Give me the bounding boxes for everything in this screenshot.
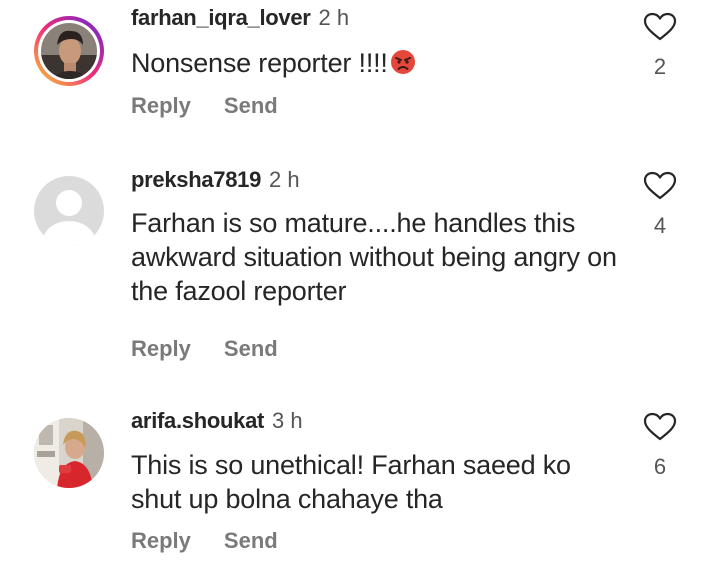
avatar[interactable] — [33, 175, 105, 247]
send-button[interactable]: Send — [224, 93, 278, 118]
send-button[interactable]: Send — [224, 336, 278, 361]
reply-button[interactable]: Reply — [131, 528, 191, 553]
comment-username[interactable]: preksha7819 — [131, 167, 261, 192]
send-button[interactable]: Send — [224, 528, 278, 553]
like-count: 6 — [653, 454, 667, 479]
reply-button[interactable]: Reply — [131, 93, 191, 118]
reply-button[interactable]: Reply — [131, 336, 191, 361]
like-count: 4 — [653, 213, 667, 238]
heart-outline-icon[interactable] — [640, 412, 680, 442]
heart-outline-icon[interactable] — [640, 12, 680, 42]
comment-text: Nonsense reporter !!!! — [131, 48, 388, 78]
default-avatar-icon — [34, 176, 104, 246]
comment-timestamp: 2 h — [318, 5, 350, 30]
comment-text: This is so unethical! Farhan saeed ko sh… — [131, 450, 571, 514]
avatar[interactable] — [33, 15, 105, 87]
angry-face-emoji — [390, 49, 416, 75]
like-count: 2 — [653, 54, 667, 79]
comment-username[interactable]: farhan_iqra_lover — [131, 5, 311, 30]
comment-text: Farhan is so mature....he handles this a… — [131, 208, 617, 306]
heart-outline-icon[interactable] — [640, 171, 680, 201]
comment-username[interactable]: arifa.shoukat — [131, 408, 264, 433]
comment-text-block: Nonsense reporter !!!! — [131, 46, 631, 80]
comment-timestamp: 3 h — [272, 408, 303, 433]
avatar[interactable] — [33, 417, 105, 489]
comment-timestamp: 2 h — [269, 167, 300, 192]
